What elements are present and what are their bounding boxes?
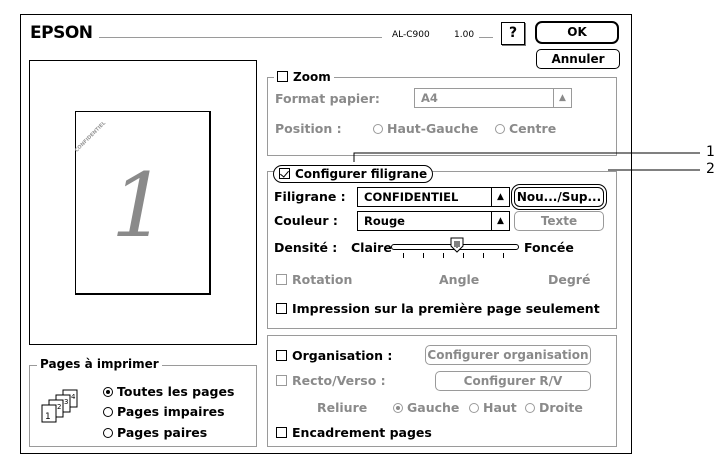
callout-lines [353,152,700,171]
callout-1: 1 [706,144,715,160]
callout-2: 2 [706,161,715,177]
